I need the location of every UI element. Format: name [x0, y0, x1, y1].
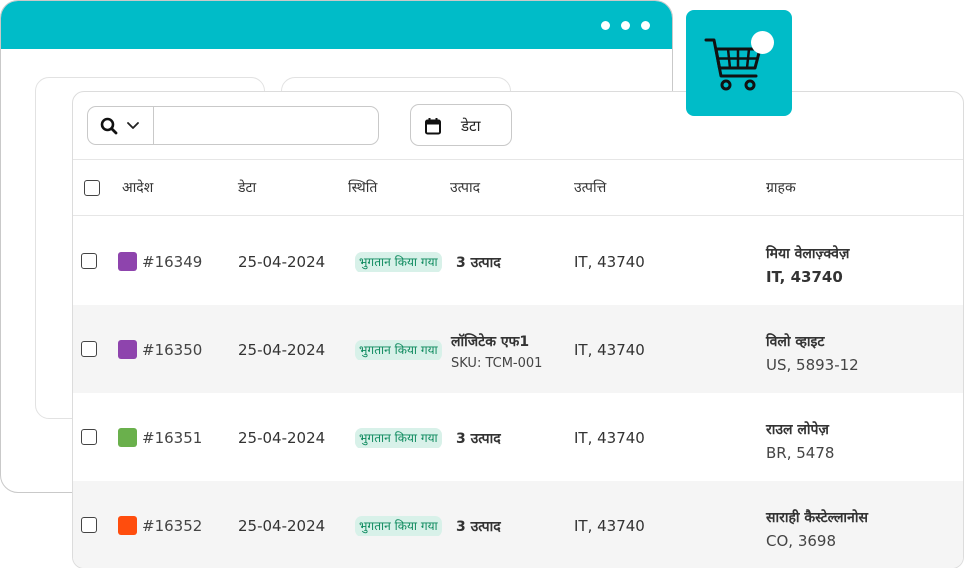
calendar-icon — [425, 118, 441, 135]
customer-location: CO, 3698 — [766, 532, 836, 550]
customer-name[interactable]: राउल लोपेज़ — [766, 420, 829, 439]
order-color-swatch — [118, 516, 137, 535]
header-date[interactable]: डेटा — [238, 178, 256, 197]
status-badge: भुगतान किया गया — [355, 516, 442, 536]
origin: IT, 43740 — [574, 341, 645, 359]
header-customer[interactable]: ग्राहक — [766, 178, 796, 197]
select-all-checkbox[interactable] — [84, 180, 100, 196]
origin: IT, 43740 — [574, 253, 645, 271]
order-date: 25-04-2024 — [238, 253, 326, 271]
chevron-down-icon — [127, 122, 139, 129]
table-header: आदेश डेटा स्थिति उत्पाद उत्पत्ति ग्राहक — [73, 160, 963, 216]
product-summary: 3 उत्पाद — [456, 431, 501, 447]
customer-name[interactable]: साराही कैस्टेल्लानोस — [766, 508, 868, 527]
header-order[interactable]: आदेश — [122, 178, 153, 197]
table-row[interactable]: #16350 25-04-2024 भुगतान किया गया लॉजिटे… — [73, 305, 963, 393]
origin: IT, 43740 — [574, 517, 645, 535]
search-input[interactable] — [155, 107, 377, 144]
header-status[interactable]: स्थिति — [348, 178, 377, 197]
order-date: 25-04-2024 — [238, 517, 326, 535]
row-checkbox[interactable] — [81, 341, 97, 357]
window-dot — [621, 21, 630, 30]
order-color-swatch — [118, 340, 137, 359]
order-number[interactable]: #16351 — [142, 429, 202, 447]
window-titlebar — [1, 1, 672, 49]
origin: IT, 43740 — [574, 429, 645, 447]
search-filter-button[interactable] — [88, 107, 154, 144]
date-filter-button[interactable]: डेटा — [410, 104, 512, 146]
orders-toolbar: डेटा — [73, 92, 963, 160]
product-name: लॉजिटेक एफ1 — [451, 334, 530, 350]
order-date: 25-04-2024 — [238, 429, 326, 447]
cart-badge[interactable] — [686, 10, 792, 116]
status-cell: भुगतान किया गया — [355, 339, 457, 360]
status-badge: भुगतान किया गया — [355, 428, 442, 448]
order-number[interactable]: #16350 — [142, 341, 202, 359]
search-group — [87, 106, 379, 145]
customer-name[interactable]: मिया वेलाज़्क्वेज़ — [766, 244, 849, 263]
table-row[interactable]: #16352 25-04-2024 भुगतान किया गया 3 उत्प… — [73, 481, 963, 568]
status-cell: भुगतान किया गया — [355, 427, 457, 448]
customer-location: US, 5893-12 — [766, 356, 859, 374]
search-icon — [100, 117, 118, 135]
product-summary: 3 उत्पाद — [456, 255, 501, 271]
order-number[interactable]: #16349 — [142, 253, 202, 271]
order-color-swatch — [118, 428, 137, 447]
status-badge: भुगतान किया गया — [355, 252, 442, 272]
customer-location: BR, 5478 — [766, 444, 835, 462]
order-date: 25-04-2024 — [238, 341, 326, 359]
status-badge: भुगतान किया गया — [355, 340, 442, 360]
notification-dot — [751, 31, 774, 54]
product-summary: 3 उत्पाद — [456, 519, 501, 535]
status-cell: भुगतान किया गया — [355, 251, 457, 272]
product-sku: SKU: TCM-001 — [451, 356, 543, 371]
status-cell: भुगतान किया गया — [355, 515, 459, 536]
window-dot — [601, 21, 610, 30]
more-options-icon[interactable] — [641, 21, 650, 30]
customer-name[interactable]: विलो व्हाइट — [766, 332, 824, 351]
table-row[interactable]: #16349 25-04-2024 भुगतान किया गया 3 उत्प… — [73, 217, 963, 305]
row-checkbox[interactable] — [81, 253, 97, 269]
row-checkbox[interactable] — [81, 429, 97, 445]
order-color-swatch — [118, 252, 137, 271]
orders-panel: डेटा आदेश डेटा स्थिति उत्पाद उत्पत्ति ग्… — [72, 91, 964, 568]
date-filter-label: डेटा — [461, 117, 481, 135]
header-product[interactable]: उत्पाद — [450, 178, 480, 197]
header-origin[interactable]: उत्पत्ति — [574, 178, 606, 197]
row-checkbox[interactable] — [81, 517, 97, 533]
customer-location: IT, 43740 — [766, 268, 843, 286]
table-row[interactable]: #16351 25-04-2024 भुगतान किया गया 3 उत्प… — [73, 393, 963, 481]
order-number[interactable]: #16352 — [142, 517, 202, 535]
